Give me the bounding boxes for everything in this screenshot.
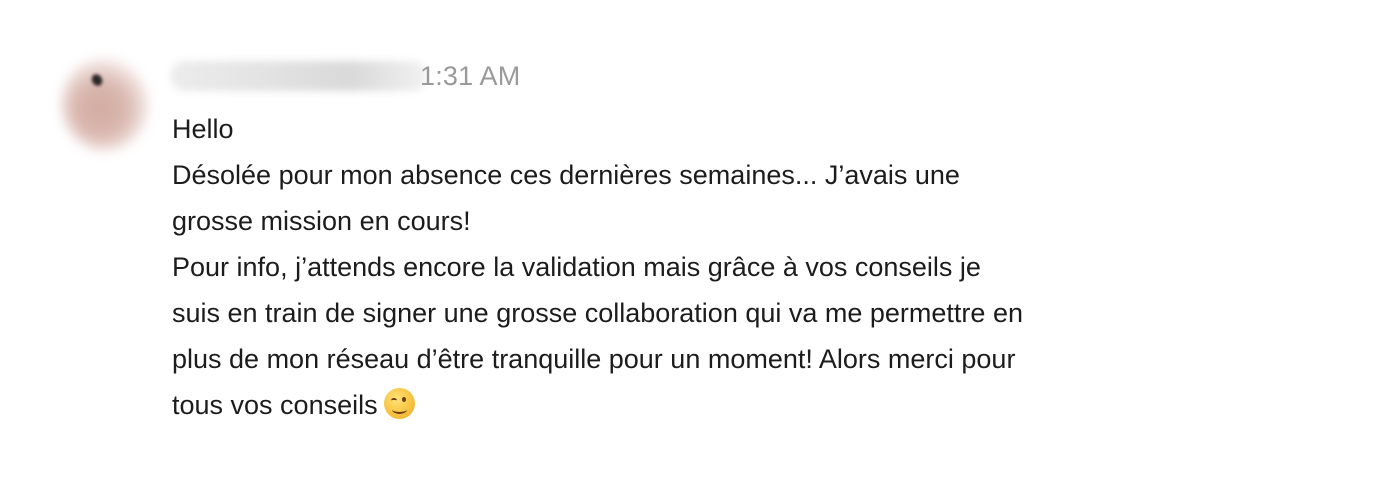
message-timestamp[interactable]: 1:31 AM: [420, 61, 520, 92]
winking-face-emoji-icon: [383, 388, 415, 419]
message-line: Désolée pour mon absence ces dernières s…: [172, 160, 960, 190]
message-line: Hello: [172, 114, 234, 144]
message-line: grosse mission en cours!: [172, 206, 471, 236]
message-last-line: tous vos conseils: [172, 382, 1302, 428]
chat-message: 1:31 AM Hello Désolée pour mon absence c…: [0, 0, 1400, 485]
avatar[interactable]: [62, 58, 148, 150]
message-line: tous vos conseils: [172, 390, 378, 420]
message-body: Hello Désolée pour mon absence ces derni…: [172, 106, 1302, 428]
message-header: 1:31 AM: [170, 56, 528, 96]
message-line: plus de mon réseau d’être tranquille pou…: [172, 344, 1016, 374]
message-line: suis en train de signer une grosse colla…: [172, 298, 1023, 328]
sender-name-redacted[interactable]: [170, 61, 428, 91]
message-line: Pour info, j’attends encore la validatio…: [172, 252, 981, 282]
